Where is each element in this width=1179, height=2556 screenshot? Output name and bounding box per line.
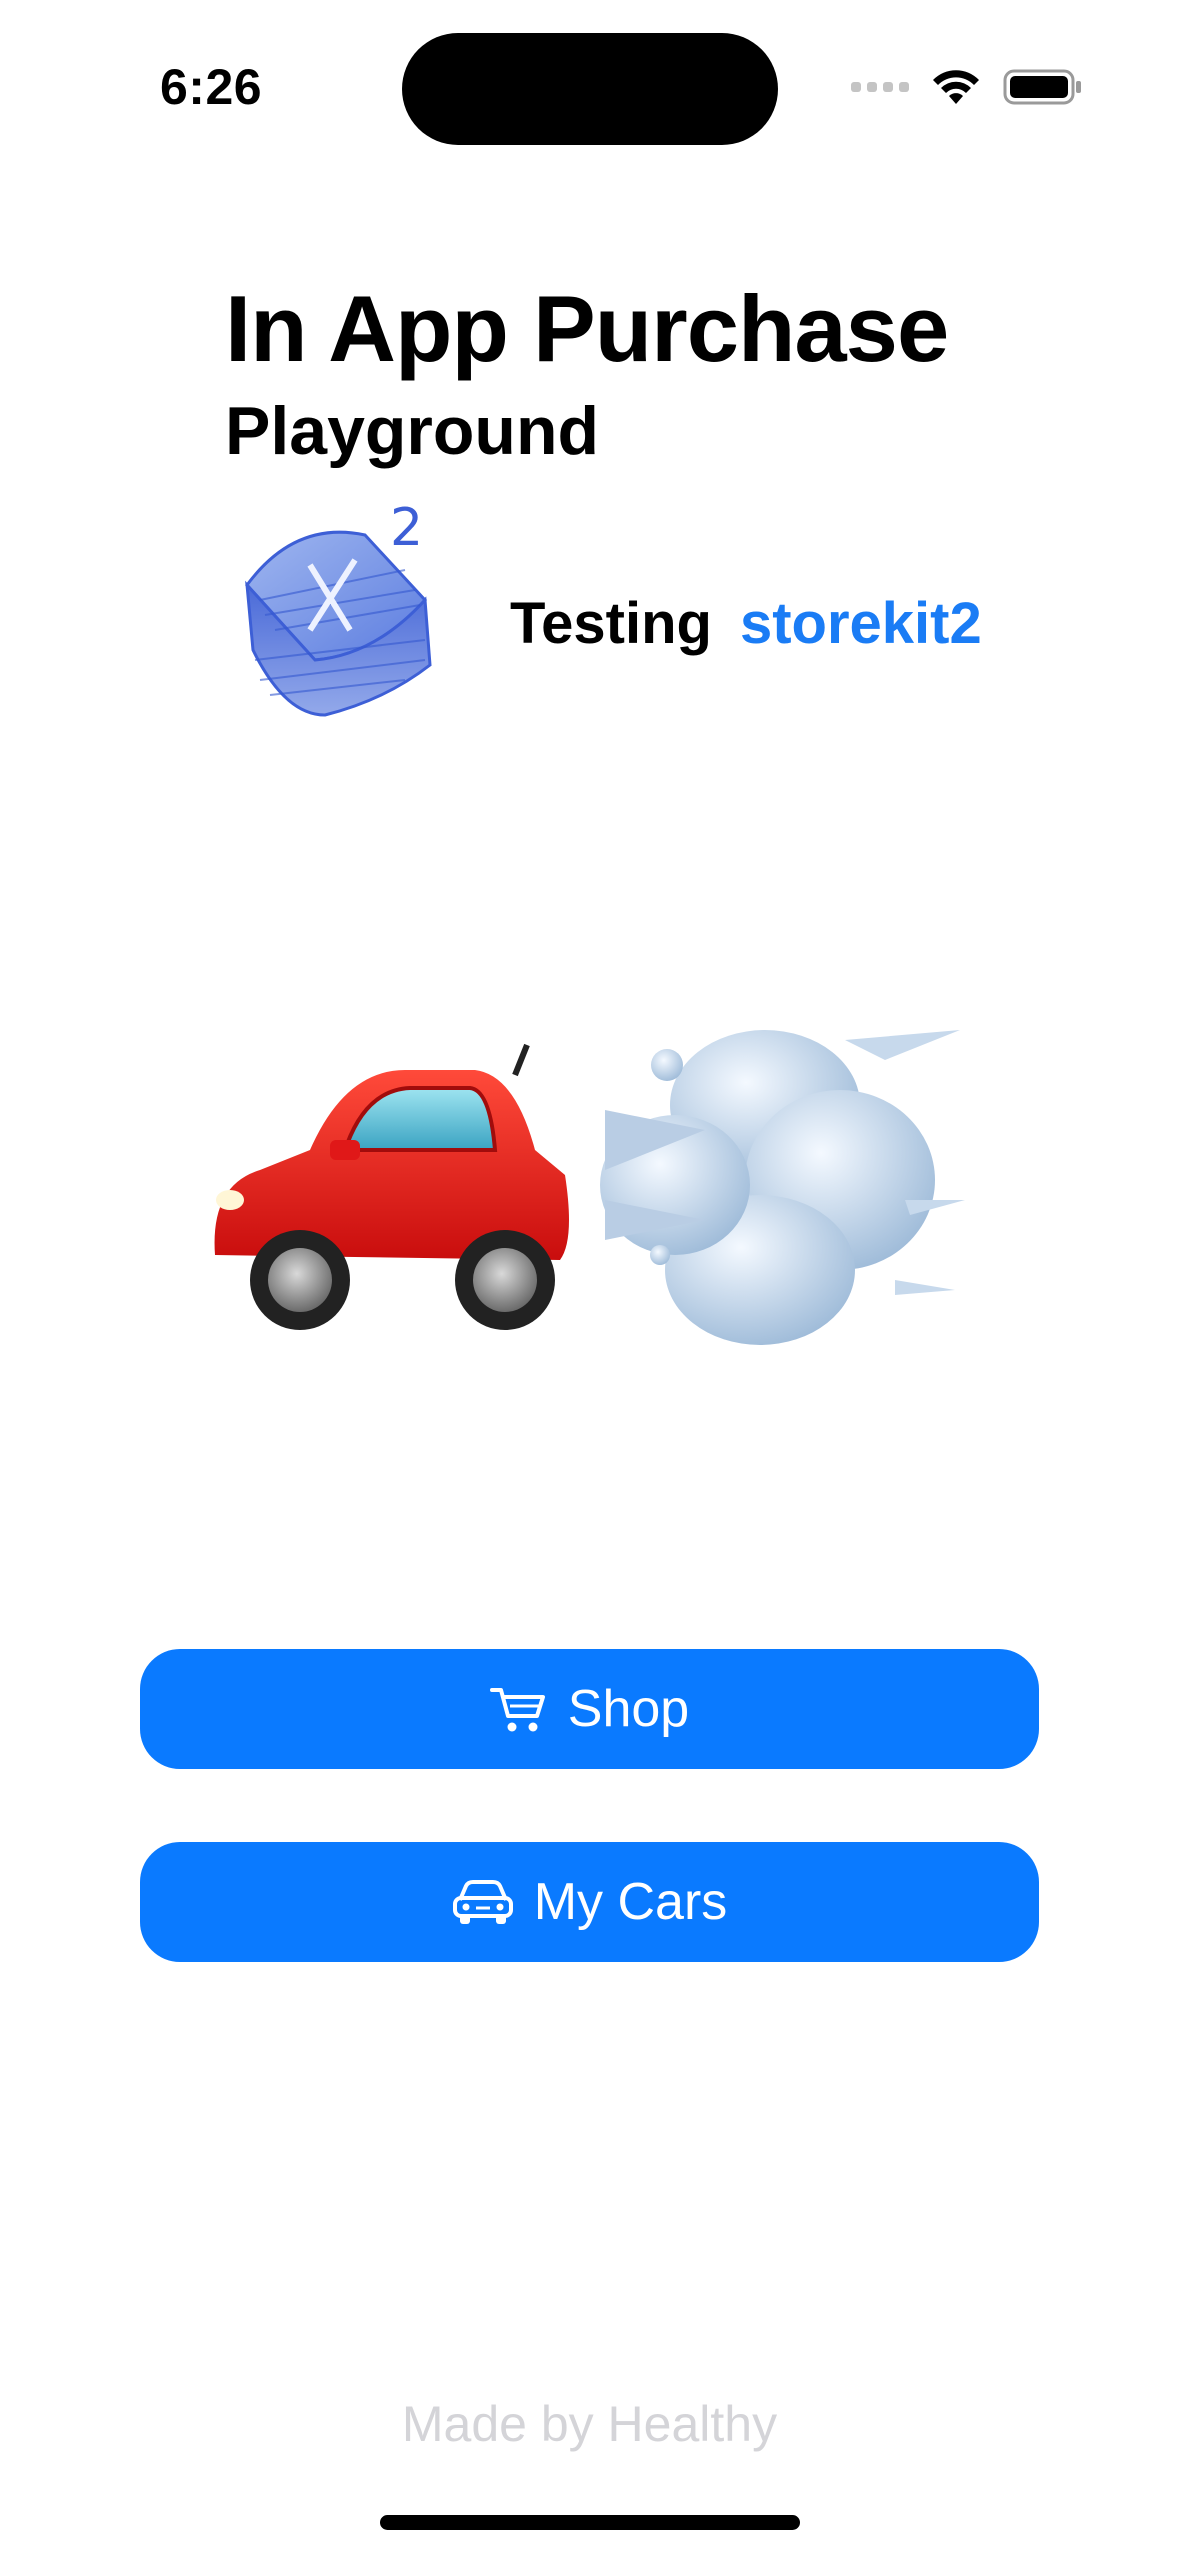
my-cars-button[interactable]: My Cars [140, 1842, 1039, 1962]
cart-icon [489, 1684, 548, 1734]
shop-button[interactable]: Shop [140, 1649, 1039, 1769]
hero-illustration [214, 1030, 965, 1345]
page-title: In App Purchase [225, 276, 949, 381]
dashing-away-emoji [600, 1030, 965, 1345]
page-subtitle: Playground [225, 393, 600, 469]
red-car-emoji [214, 1043, 569, 1330]
tagline: Testing storekit2 [510, 590, 982, 657]
logo-superscript: 2 [390, 498, 423, 558]
storekit-sketch-icon: 2 [245, 498, 432, 717]
dynamic-island [402, 33, 778, 145]
my-cars-button-label: My Cars [533, 1873, 728, 1931]
battery-icon [1003, 69, 1081, 105]
cellular-signal-icon [851, 82, 909, 92]
tagline-label: Testing [510, 591, 712, 656]
tagline-storekit-link[interactable]: storekit2 [740, 590, 982, 657]
home-indicator[interactable] [380, 2515, 800, 2530]
shop-button-label: Shop [567, 1680, 690, 1738]
status-time: 6:26 [160, 59, 263, 115]
status-icons [851, 62, 1083, 112]
footer-credit: Made by Healthy [401, 2396, 778, 2452]
car-icon [452, 1878, 514, 1926]
wifi-icon [933, 70, 979, 104]
